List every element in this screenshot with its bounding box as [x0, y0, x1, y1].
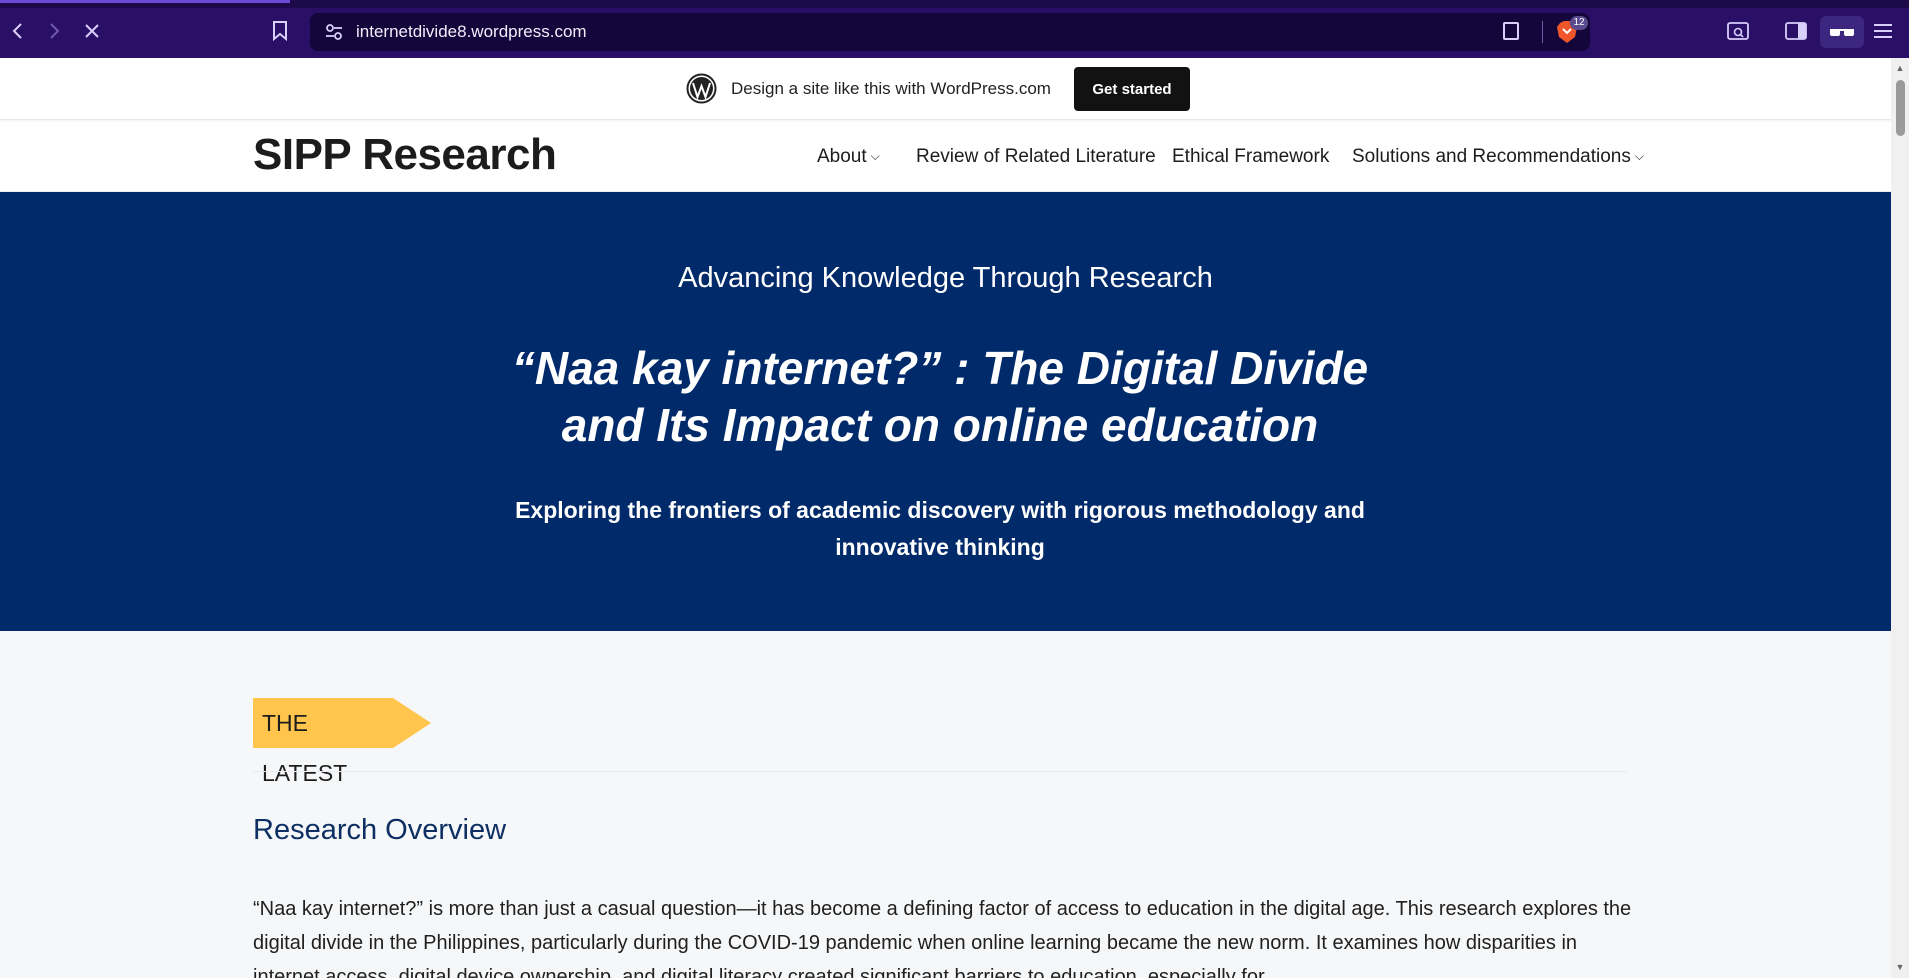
sidebar-icon[interactable]	[1784, 20, 1808, 42]
nav-item-label: About	[817, 146, 867, 167]
wordpress-logo-icon[interactable]	[686, 73, 717, 104]
web-page: Design a site like this with WordPress.c…	[0, 58, 1891, 978]
section-divider	[253, 771, 1627, 772]
bookmark-icon[interactable]	[272, 21, 288, 41]
tab-search-icon[interactable]	[1726, 20, 1750, 42]
site-header: SIPP Research About ⌵ Review of Related L…	[0, 122, 1891, 192]
back-button[interactable]	[7, 20, 29, 42]
scroll-down-arrow-icon[interactable]: ▼	[1895, 962, 1905, 972]
url-text[interactable]: internetdivide8.wordpress.com	[356, 22, 587, 42]
active-tab-indicator	[0, 0, 290, 3]
nav-item-label: Review of Related Literature	[916, 146, 1156, 167]
nav-item-review-of-related-literature[interactable]: Review of Related Literature	[916, 146, 1156, 168]
hero-subtitle: Exploring the frontiers of academic disc…	[515, 497, 1365, 560]
nav-item-about[interactable]: About ⌵	[817, 146, 880, 168]
section-title[interactable]: Research Overview	[253, 814, 506, 847]
glasses-icon	[1830, 29, 1854, 36]
reader-mode-icon[interactable]	[1503, 22, 1519, 40]
chevron-left-icon	[12, 23, 22, 39]
site-title[interactable]: SIPP Research	[253, 130, 557, 180]
overview-paragraph: “Naa kay internet?” is more than just a …	[253, 898, 1632, 978]
vertical-scrollbar[interactable]: ▲ ▼	[1891, 58, 1909, 978]
stop-loading-button[interactable]	[81, 20, 103, 42]
address-bar[interactable]: internetdivide8.wordpress.com	[310, 13, 1590, 51]
wordpress-promo-banner: Design a site like this with WordPress.c…	[0, 58, 1891, 120]
latest-tag-label: THE LATEST	[253, 698, 393, 786]
hamburger-menu-icon[interactable]	[1871, 20, 1895, 42]
scroll-up-arrow-icon[interactable]: ▲	[1895, 63, 1905, 73]
get-started-button[interactable]: Get started	[1074, 67, 1190, 111]
hero-headline: “Naa kay internet?” : The Digital Divide…	[511, 342, 1369, 451]
nav-item-label: Ethical Framework	[1172, 146, 1330, 167]
tune-icon[interactable]	[324, 22, 344, 42]
scrollbar-thumb[interactable]	[1896, 80, 1905, 136]
private-window-button[interactable]	[1820, 16, 1864, 48]
nav-item-solutions-and-recommendations[interactable]: Solutions and Recommendations ⌵	[1352, 146, 1644, 168]
browser-toolbar: internetdivide8.wordpress.com 12	[0, 0, 1909, 58]
forward-button[interactable]	[43, 20, 65, 42]
chevron-right-icon	[50, 23, 60, 39]
nav-item-label: Solutions and Recommendations	[1352, 146, 1631, 167]
nav-item-ethical-framework[interactable]: Ethical Framework	[1172, 146, 1329, 168]
hero-banner: Advancing Knowledge Through Research “Na…	[0, 192, 1891, 631]
shields-count-badge: 12	[1570, 16, 1588, 30]
wordpress-promo-text[interactable]: Design a site like this with WordPress.c…	[731, 79, 1051, 99]
chevron-down-icon: ⌵	[1634, 149, 1644, 163]
close-icon	[85, 24, 99, 38]
chevron-down-icon: ⌵	[870, 149, 880, 163]
latest-tag-arrow	[393, 698, 431, 748]
hero-kicker: Advancing Knowledge Through Research	[678, 262, 1213, 294]
toolbar-separator	[1542, 21, 1543, 43]
